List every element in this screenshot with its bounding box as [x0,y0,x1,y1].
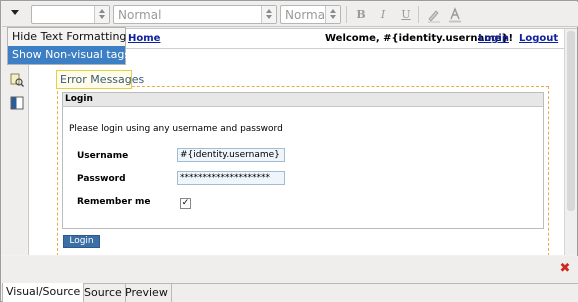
scrollbar-thumb[interactable] [567,31,575,211]
bold-button[interactable]: B [353,7,369,23]
remember-me-checkbox[interactable]: ✓ [180,198,191,209]
font-size-value: Normal [285,8,329,22]
split-view-icon[interactable] [10,96,24,110]
paragraph-style-value: Normal [118,8,162,22]
login-panel-header: Login [63,93,543,107]
home-link[interactable]: Home [128,33,160,44]
tab-source[interactable]: Source [81,284,126,302]
remember-me-label: Remember me [77,197,151,207]
font-size-select[interactable]: Normal [280,5,341,24]
toolbar-separator [346,6,347,23]
paragraph-style-spinner-icon[interactable] [261,6,276,23]
tab-visual-source[interactable]: Visual/Source [2,283,85,302]
username-label: Username [77,151,129,161]
font-size-spinner-icon[interactable] [325,6,340,23]
editor-mode-tabs: Visual/Source Source Preview [2,283,578,302]
text-color-icon [449,7,461,23]
logout-link[interactable]: Logout [519,33,558,44]
italic-button[interactable]: I [375,7,391,23]
password-label: Password [77,174,126,184]
canvas-vertical-scrollbar[interactable] [564,29,577,255]
error-messages-tag[interactable]: Error Messages [56,70,144,89]
login-button[interactable]: Login [63,235,100,248]
font-family-spinner-icon[interactable] [94,6,109,23]
password-field[interactable]: ******************** [177,171,285,185]
formatting-popup-menu: Hide Text Formatting Show Non-visual tag… [7,27,130,65]
login-panel: Login Please login using any username an… [62,92,544,229]
username-field[interactable]: #{identity.username} [177,148,285,162]
highlighter-icon [428,10,440,23]
format-toolbar: Normal Normal B I U [2,2,578,27]
text-color-button[interactable] [447,7,463,23]
menu-item-hide-text-formatting[interactable]: Hide Text Formatting [8,28,126,46]
toolbar-menu-arrow-icon[interactable] [11,10,19,15]
login-instructions: Please login using any username and pass… [69,124,283,134]
underline-button[interactable]: U [398,7,414,23]
highlight-color-button[interactable] [426,7,442,23]
font-family-select[interactable] [31,5,110,24]
status-area [2,256,578,283]
close-icon[interactable]: ✖ [559,262,571,275]
paragraph-style-select[interactable]: Normal [113,5,277,24]
login-link[interactable]: Login [478,33,509,44]
editor-frame: Normal Normal B I U Hide Text Formatting [0,0,578,302]
menu-item-show-non-visual-tags[interactable]: Show Non-visual tags [8,46,130,64]
toolbar-separator [418,6,419,23]
find-icon[interactable] [10,73,24,87]
tab-preview[interactable]: Preview [122,284,172,302]
